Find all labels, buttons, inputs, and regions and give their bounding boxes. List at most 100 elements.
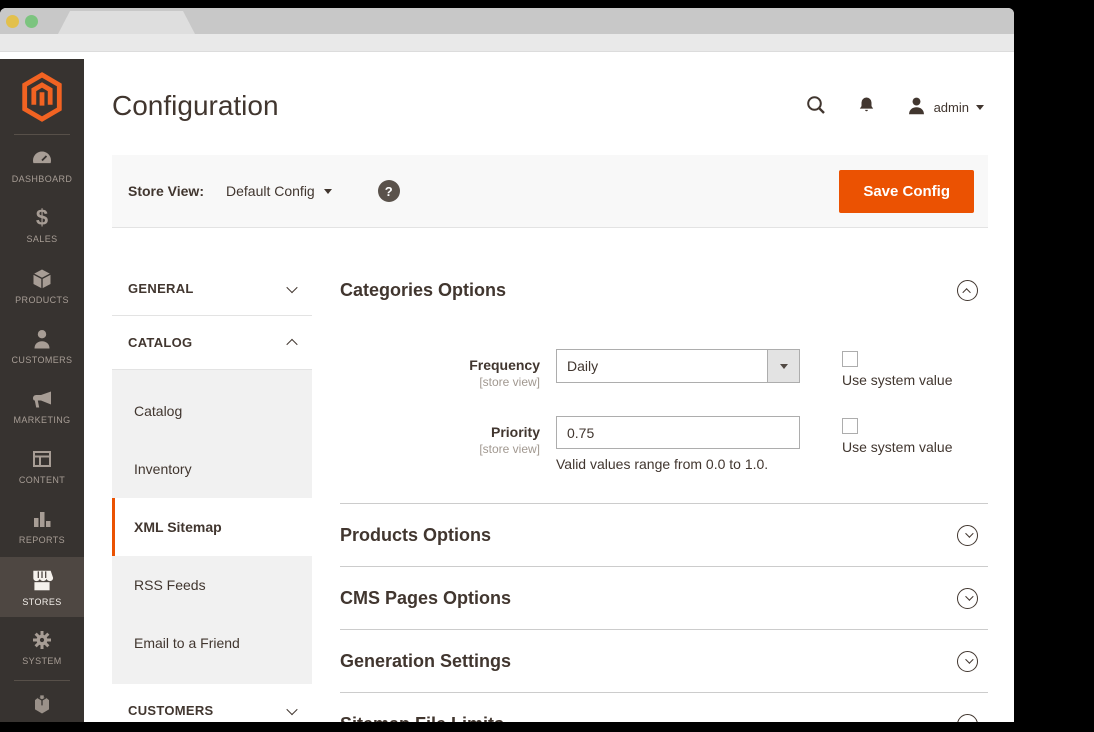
section-title: Products Options — [340, 525, 491, 546]
config-body: GENERAL CATALOG Catalog Inventory XML Si… — [112, 228, 988, 722]
store-view-value: Default Config — [226, 183, 315, 199]
config-sections: Categories Options Frequency [store view… — [340, 262, 988, 722]
section-header-categories-options[interactable]: Categories Options — [340, 280, 978, 301]
priority-scope-label: [store view] — [340, 442, 540, 456]
expand-section-button[interactable] — [957, 651, 978, 672]
select-dropdown-button[interactable] — [767, 350, 799, 382]
page-title: Configuration — [112, 90, 279, 122]
section-title: Categories Options — [340, 280, 506, 301]
nav-item-inventory[interactable]: Inventory — [112, 440, 312, 498]
chevron-down-icon — [324, 189, 332, 194]
nav-group-customers[interactable]: CUSTOMERS — [112, 684, 312, 722]
sidebar-item-label: CUSTOMERS — [12, 355, 73, 365]
expand-section-button[interactable] — [957, 588, 978, 609]
extensions-icon[interactable] — [28, 689, 56, 722]
minimize-traffic-light[interactable] — [6, 15, 19, 28]
browser-titlebar — [0, 8, 1014, 34]
section-sitemap-file-limits[interactable]: Sitemap File Limits — [340, 692, 988, 722]
chevron-down-icon — [780, 364, 788, 369]
sidebar-item-label: REPORTS — [19, 535, 65, 545]
frequency-label: Frequency — [340, 357, 540, 373]
priority-validation-note: Valid values range from 0.0 to 1.0. — [556, 456, 800, 472]
browser-window: DASHBOARD $ SALES PRODUCTS CUSTOMERS — [0, 8, 1014, 722]
help-icon[interactable]: ? — [378, 180, 400, 202]
scope-bar: Store View: Default Config ? Save Config — [112, 155, 988, 228]
section-title: Generation Settings — [340, 651, 511, 672]
priority-input[interactable] — [556, 416, 800, 449]
magento-logo[interactable] — [0, 59, 84, 134]
storefront-icon — [29, 567, 55, 593]
expand-section-button[interactable] — [957, 525, 978, 546]
nav-group-label: CUSTOMERS — [128, 703, 214, 718]
sidebar-item-reports[interactable]: REPORTS — [0, 496, 84, 556]
box-icon — [30, 267, 54, 291]
frequency-use-system-checkbox[interactable] — [842, 351, 858, 367]
frequency-select[interactable]: Daily — [556, 349, 800, 383]
sidebar-item-label: PRODUCTS — [15, 295, 69, 305]
browser-toolbar — [0, 34, 1014, 52]
save-config-button[interactable]: Save Config — [839, 170, 974, 213]
sidebar-item-marketing[interactable]: MARKETING — [0, 376, 84, 436]
nav-group-general[interactable]: GENERAL — [112, 262, 312, 316]
section-title: Sitemap File Limits — [340, 714, 504, 723]
collapse-section-button[interactable] — [957, 280, 978, 301]
nav-group-catalog[interactable]: CATALOG — [112, 316, 312, 370]
priority-use-system-checkbox[interactable] — [842, 418, 858, 434]
main-content: Configuration admin — [84, 52, 1014, 722]
chevron-down-icon — [965, 718, 973, 722]
sidebar-item-dashboard[interactable]: DASHBOARD — [0, 135, 84, 195]
chevron-down-icon — [286, 703, 297, 714]
person-icon — [30, 327, 54, 351]
catalog-subnav: Catalog Inventory XML Sitemap RSS Feeds … — [112, 370, 312, 684]
nav-item-xml-sitemap[interactable]: XML Sitemap — [112, 498, 312, 556]
nav-group-label: GENERAL — [128, 281, 194, 296]
dollar-icon: $ — [36, 206, 48, 230]
sidebar-item-products[interactable]: PRODUCTS — [0, 255, 84, 315]
frequency-select-value: Daily — [557, 350, 767, 382]
nav-item-email-to-a-friend[interactable]: Email to a Friend — [112, 614, 312, 672]
chevron-down-icon — [965, 655, 973, 663]
search-icon[interactable] — [805, 94, 827, 121]
chevron-down-icon — [965, 529, 973, 537]
admin-sidebar: DASHBOARD $ SALES PRODUCTS CUSTOMERS — [0, 59, 84, 722]
section-title: CMS Pages Options — [340, 588, 511, 609]
section-generation-settings[interactable]: Generation Settings — [340, 629, 988, 692]
gauge-icon — [30, 146, 54, 170]
sidebar-item-label: CONTENT — [19, 475, 65, 485]
browser-tab[interactable] — [58, 11, 195, 34]
config-nav: GENERAL CATALOG Catalog Inventory XML Si… — [112, 262, 312, 722]
layout-icon — [30, 447, 54, 471]
gear-icon — [30, 628, 54, 652]
user-avatar-icon — [906, 95, 927, 121]
store-view-label: Store View: — [128, 183, 204, 199]
sidebar-item-label: MARKETING — [13, 415, 70, 425]
priority-label: Priority — [340, 424, 540, 440]
sidebar-item-stores[interactable]: STORES — [0, 557, 84, 617]
expand-section-button[interactable] — [957, 714, 978, 723]
section-products-options[interactable]: Products Options — [340, 503, 988, 566]
store-view-switcher[interactable]: Default Config — [226, 183, 332, 199]
admin-account-menu[interactable]: admin — [906, 95, 984, 121]
nav-item-rss-feeds[interactable]: RSS Feeds — [112, 556, 312, 614]
header-actions: admin — [805, 94, 984, 121]
sidebar-item-sales[interactable]: $ SALES — [0, 195, 84, 255]
admin-username: admin — [934, 100, 969, 115]
frequency-field-row: Frequency [store view] Daily — [340, 349, 978, 389]
magento-admin-app: DASHBOARD $ SALES PRODUCTS CUSTOMERS — [0, 52, 1014, 722]
megaphone-icon — [30, 387, 54, 411]
sidebar-item-label: STORES — [22, 597, 61, 607]
notifications-bell-icon[interactable] — [857, 95, 876, 120]
nav-item-catalog[interactable]: Catalog — [112, 382, 312, 440]
sidebar-item-label: SYSTEM — [22, 656, 61, 666]
zoom-traffic-light[interactable] — [25, 15, 38, 28]
sidebar-item-customers[interactable]: CUSTOMERS — [0, 316, 84, 376]
priority-field-row: Priority [store view] Valid values range… — [340, 416, 978, 472]
bar-chart-icon — [30, 507, 54, 531]
sidebar-item-system[interactable]: SYSTEM — [0, 617, 84, 677]
section-cms-pages-options[interactable]: CMS Pages Options — [340, 566, 988, 629]
sidebar-item-content[interactable]: CONTENT — [0, 436, 84, 496]
use-system-value-label: Use system value — [842, 372, 952, 388]
chevron-down-icon — [965, 592, 973, 600]
chevron-up-icon — [286, 338, 297, 349]
frequency-scope-label: [store view] — [340, 375, 540, 389]
